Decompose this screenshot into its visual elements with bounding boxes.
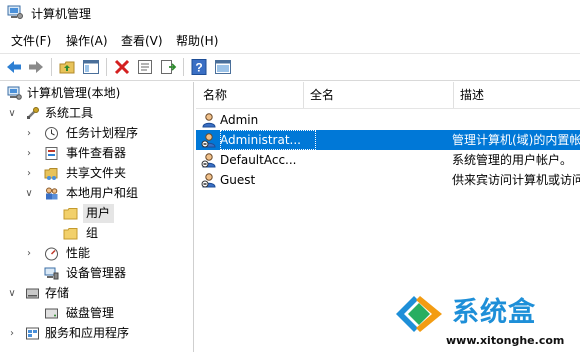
tree-item-users[interactable]: 用户 [0, 204, 193, 223]
user-description: 系统管理的用户帐户。 [452, 153, 573, 167]
menu-bar: 文件(F) 操作(A) 查看(V) 帮助(H) [0, 30, 580, 50]
toolbar-separator [51, 58, 52, 76]
column-header-fullname[interactable]: 全名 [303, 82, 454, 108]
delete-icon[interactable] [113, 58, 131, 76]
user-description: 供来宾访问计算机或访问 [452, 173, 580, 187]
tree-item-label: 计算机管理(本地) [27, 86, 121, 100]
forward-arrow-icon[interactable] [27, 58, 45, 76]
menu-action[interactable]: 操作(A) [66, 32, 108, 49]
export-list-icon[interactable] [159, 58, 177, 76]
shared-folder-icon [44, 168, 58, 180]
watermark-url: www.xitonghe.com [446, 334, 565, 347]
folder-icon [63, 208, 78, 220]
list-item-administrator[interactable]: Administrat... 管理计算机(域)的内置帐 [196, 130, 580, 150]
tree-item-label: 设备管理器 [66, 266, 127, 280]
user-name: Administrat... [220, 130, 316, 150]
device-manager-icon [44, 267, 59, 280]
tree-item-label: 本地用户和组 [66, 186, 139, 200]
disabled-user-icon [201, 153, 216, 168]
menu-view[interactable]: 查看(V) [121, 32, 163, 49]
tree-item-label: 系统工具 [45, 106, 94, 120]
tree-item-event-viewer[interactable]: › 事件查看器 [0, 144, 193, 163]
list-item-defaultaccount[interactable]: DefaultAcc... 系统管理的用户帐户。 [196, 150, 580, 170]
list-item-guest[interactable]: Guest 供来宾访问计算机或访问 [196, 170, 580, 190]
disabled-user-icon [201, 133, 216, 148]
tree-item-label: 磁盘管理 [66, 306, 115, 320]
show-hide-action-pane-icon[interactable] [214, 58, 232, 76]
system-tools-icon [27, 107, 39, 119]
user-name: Admin [220, 113, 259, 127]
user-description: 管理计算机(域)的内置帐 [452, 133, 580, 147]
clock-icon [45, 127, 58, 140]
tree-item-label: 共享文件夹 [66, 166, 127, 180]
header-divider [196, 108, 580, 109]
console-tree: 计算机管理(本地) ∨ 系统工具 › 任务计划程序 › 事件查看器 › 共享文件… [0, 82, 194, 352]
disabled-user-icon [201, 173, 216, 188]
show-hide-tree-icon[interactable] [82, 58, 100, 76]
tree-item-services-applications[interactable]: › 服务和应用程序 [0, 324, 193, 343]
tree-item-label: 任务计划程序 [66, 126, 139, 140]
toolbar-separator [106, 58, 107, 76]
folder-icon [63, 228, 78, 240]
column-header-description[interactable]: 描述 [453, 82, 580, 108]
tree-item-task-scheduler[interactable]: › 任务计划程序 [0, 124, 193, 143]
users-groups-icon [46, 187, 58, 200]
tree-item-computer-management[interactable]: 计算机管理(本地) [0, 84, 193, 103]
tree-item-system-tools[interactable]: ∨ 系统工具 [0, 104, 193, 123]
user-name: DefaultAcc... [220, 153, 297, 167]
tree-item-storage[interactable]: ∨ 存储 [0, 284, 193, 303]
window-title: 计算机管理 [31, 7, 92, 21]
menu-help[interactable]: 帮助(H) [176, 32, 218, 49]
tree-item-label: 性能 [66, 246, 91, 260]
services-apps-icon [26, 327, 39, 340]
chevron-right-icon[interactable]: › [24, 124, 34, 143]
tree-item-label: 组 [86, 226, 99, 240]
event-viewer-icon [45, 147, 58, 160]
tree-item-label: 存储 [45, 286, 70, 300]
watermark-logo-icon [396, 296, 442, 332]
tree-item-label: 服务和应用程序 [45, 326, 130, 340]
tree-item-performance[interactable]: › 性能 [0, 244, 193, 263]
title-bar: 计算机管理 [0, 0, 580, 26]
chevron-right-icon[interactable]: › [24, 144, 34, 163]
column-header-name[interactable]: 名称 [196, 82, 304, 108]
tree-item-label: 事件查看器 [66, 146, 127, 160]
help-icon[interactable]: ? [190, 58, 208, 76]
toolbar-separator [183, 58, 184, 76]
tree-item-groups[interactable]: 组 [0, 224, 193, 243]
chevron-right-icon[interactable]: › [24, 164, 34, 183]
chevron-down-icon[interactable]: ∨ [24, 184, 34, 203]
user-name: Guest [220, 173, 256, 187]
tree-item-device-manager[interactable]: 设备管理器 [0, 264, 193, 283]
watermark-name: 系统盒 [452, 297, 536, 328]
storage-icon [26, 288, 39, 299]
toolbar: ? [0, 53, 580, 81]
chevron-right-icon[interactable]: › [7, 324, 17, 343]
site-watermark: 系统盒 www.xitonghe.com [388, 290, 580, 352]
chevron-down-icon[interactable]: ∨ [7, 284, 17, 303]
computer-management-icon [7, 5, 23, 19]
disk-management-icon [45, 308, 58, 319]
chevron-down-icon[interactable]: ∨ [7, 104, 17, 123]
tree-item-disk-management[interactable]: 磁盘管理 [0, 304, 193, 323]
tree-item-shared-folders[interactable]: › 共享文件夹 [0, 164, 193, 183]
tree-item-local-users-groups[interactable]: ∨ 本地用户和组 [0, 184, 193, 203]
back-arrow-icon[interactable] [5, 58, 23, 76]
chevron-right-icon[interactable]: › [24, 244, 34, 263]
user-icon [202, 113, 216, 128]
performance-icon [45, 247, 58, 261]
list-item-admin[interactable]: Admin [196, 110, 580, 130]
computer-management-icon [7, 86, 22, 100]
tree-item-label: 用户 [83, 204, 115, 223]
properties-icon[interactable] [136, 58, 154, 76]
menu-file[interactable]: 文件(F) [11, 32, 51, 49]
up-folder-icon[interactable] [58, 58, 76, 76]
svg-text:?: ? [195, 61, 202, 75]
